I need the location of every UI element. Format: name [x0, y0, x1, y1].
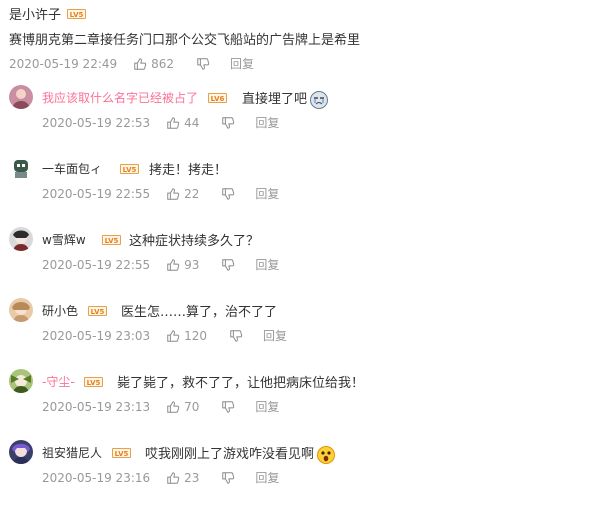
dislike-button[interactable]: [221, 116, 235, 130]
level-badge: LV5: [112, 448, 131, 458]
avatar-image: [9, 227, 33, 251]
reply-text-content: 直接埋了吧: [242, 92, 308, 107]
reply-username[interactable]: -守尘-: [42, 373, 75, 390]
comment-time: 2020-05-19 23:03: [42, 328, 151, 343]
reply-item: 研小色 LV5 医生怎……算了，治不了了 2020-05-19 23:03 12…: [9, 298, 589, 358]
like-button[interactable]: 120: [166, 329, 207, 343]
thumbs-up-icon: [134, 57, 147, 70]
comment-meta: 2020-05-19 23:13 70 回复: [42, 398, 279, 415]
thumbs-down-icon: [222, 400, 235, 413]
comment-time: 2020-05-19 23:13: [42, 399, 151, 414]
thumbs-up-icon: [167, 116, 180, 129]
like-button[interactable]: 22: [166, 187, 199, 201]
reply-button[interactable]: 回复: [255, 114, 279, 131]
reply-text: 这种症状持续多久了？: [129, 234, 260, 249]
thumbs-up-icon: [167, 329, 180, 342]
thumbs-up-icon: [167, 471, 180, 484]
reply-item: 我应该取什么名字已经被占了 LV6 直接埋了吧 2020-05-19 22:53…: [9, 85, 589, 145]
comment-time: 2020-05-19 22:53: [42, 115, 151, 130]
avatar[interactable]: [9, 369, 33, 393]
dislike-button[interactable]: [221, 471, 235, 485]
like-count: 44: [184, 115, 200, 130]
shocked-face-icon: [317, 445, 336, 464]
level-badge: LV5: [84, 377, 103, 387]
thumbs-down-icon: [230, 329, 243, 342]
like-count: 93: [184, 257, 200, 272]
comment-meta: 2020-05-19 22:49 862 回复: [9, 55, 254, 72]
thumbs-down-icon: [222, 471, 235, 484]
level-badge: LV5: [88, 306, 107, 316]
like-count: 23: [184, 470, 200, 485]
comment-meta: 2020-05-19 22:55 93 回复: [42, 256, 279, 273]
reply-item: 一车面包ィ LV5 拷走！拷走！ 2020-05-19 22:55 22 回复: [9, 156, 589, 216]
avatar[interactable]: [9, 298, 33, 322]
reply-item: w雪辉w LV5 这种症状持续多久了？ 2020-05-19 22:55 93 …: [9, 227, 589, 287]
like-count: 120: [184, 328, 208, 343]
main-comment-text: 赛博朋克第二章接任务门口那个公交飞船站的广告牌上是希里: [9, 33, 361, 48]
reply-username[interactable]: 我应该取什么名字已经被占了: [42, 89, 198, 106]
reply-item: -守尘- LV5 毙了毙了，救不了了，让他把病床位给我！ 2020-05-19 …: [9, 369, 589, 429]
like-count: 862: [151, 56, 175, 71]
reply-button[interactable]: 回复: [255, 469, 279, 486]
thumbs-up-icon: [167, 258, 180, 271]
avatar-image: [9, 156, 33, 180]
crying-face-icon: [310, 90, 329, 109]
avatar-image: [9, 85, 33, 109]
reply-username[interactable]: 研小色: [42, 302, 78, 319]
thumbs-down-icon: [222, 258, 235, 271]
level-badge: LV5: [67, 9, 86, 19]
like-count: 70: [184, 399, 200, 414]
comment-meta: 2020-05-19 23:03 120 回复: [42, 327, 287, 344]
thumbs-up-icon: [167, 187, 180, 200]
dislike-button[interactable]: [196, 57, 210, 71]
comment-meta: 2020-05-19 22:55 22 回复: [42, 185, 279, 202]
dislike-button[interactable]: [221, 400, 235, 414]
reply-username[interactable]: w雪辉w: [42, 231, 86, 248]
thumbs-down-icon: [222, 187, 235, 200]
reply-text: 医生怎……算了，治不了了: [121, 305, 278, 320]
like-button[interactable]: 862: [133, 57, 174, 71]
comment-time: 2020-05-19 22:55: [42, 257, 151, 272]
thumbs-down-icon: [197, 57, 210, 70]
avatar[interactable]: [9, 85, 33, 109]
like-button[interactable]: 70: [166, 400, 199, 414]
like-button[interactable]: 44: [166, 116, 199, 130]
comment-meta: 2020-05-19 22:53 44 回复: [42, 114, 279, 131]
like-button[interactable]: 93: [166, 258, 199, 272]
avatar-image: [9, 298, 33, 322]
reply-button[interactable]: 回复: [263, 327, 287, 344]
reply-text: 毙了毙了，救不了了，让他把病床位给我！: [117, 376, 365, 391]
comment-meta: 2020-05-19 23:16 23 回复: [42, 469, 279, 486]
comment-time: 2020-05-19 22:55: [42, 186, 151, 201]
comment-time: 2020-05-19 22:49: [9, 56, 118, 71]
thumbs-up-icon: [167, 400, 180, 413]
thumbs-down-icon: [222, 116, 235, 129]
main-comment-username[interactable]: 是小许子: [9, 4, 61, 23]
reply-button[interactable]: 回复: [230, 55, 254, 72]
avatar[interactable]: [9, 156, 33, 180]
reply-text: 哎我刚刚上了游戏咋没看见啊: [145, 443, 336, 465]
avatar[interactable]: [9, 227, 33, 251]
reply-button[interactable]: 回复: [255, 256, 279, 273]
reply-username[interactable]: 祖安猎尼人: [42, 444, 102, 461]
avatar-image: [9, 440, 33, 464]
dislike-button[interactable]: [221, 258, 235, 272]
level-badge: LV5: [120, 164, 139, 174]
reply-text: 直接埋了吧: [242, 88, 329, 110]
avatar-image: [9, 369, 33, 393]
avatar[interactable]: [9, 440, 33, 464]
reply-button[interactable]: 回复: [255, 185, 279, 202]
reply-item: 祖安猎尼人 LV5 哎我刚刚上了游戏咋没看见啊 2020-05-19 23:16…: [9, 440, 589, 500]
dislike-button[interactable]: [221, 187, 235, 201]
level-badge: LV6: [208, 93, 227, 103]
reply-text-content: 哎我刚刚上了游戏咋没看见啊: [145, 447, 315, 462]
comment-time: 2020-05-19 23:16: [42, 470, 151, 485]
level-badge: LV5: [102, 235, 121, 245]
dislike-button[interactable]: [229, 329, 243, 343]
like-button[interactable]: 23: [166, 471, 199, 485]
reply-username[interactable]: 一车面包ィ: [42, 160, 102, 177]
like-count: 22: [184, 186, 200, 201]
reply-text: 拷走！拷走！: [149, 163, 228, 178]
reply-button[interactable]: 回复: [255, 398, 279, 415]
